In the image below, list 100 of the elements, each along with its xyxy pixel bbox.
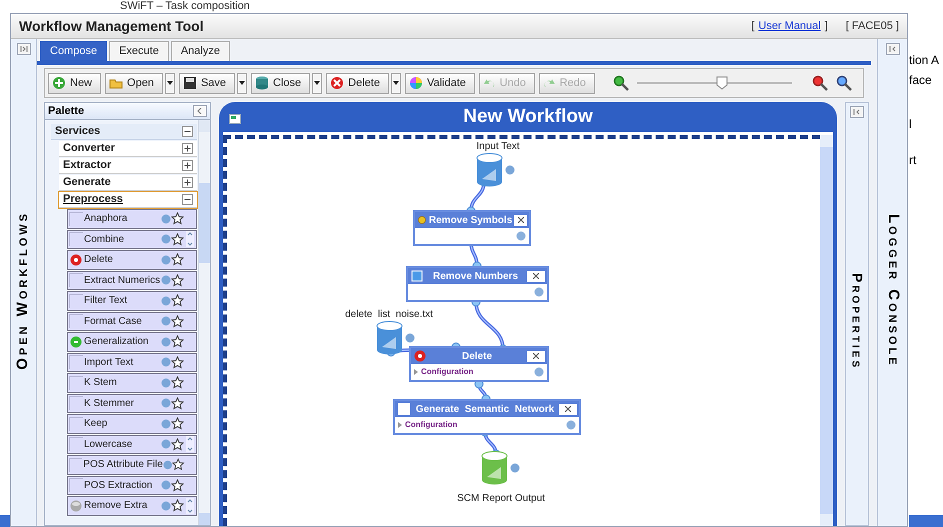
database-icon[interactable]: [476, 153, 503, 187]
status-icon: [70, 500, 82, 512]
task-node[interactable]: Remove Symbols: [413, 210, 531, 246]
star-icon[interactable]: [171, 417, 184, 430]
star-icon[interactable]: [171, 356, 184, 369]
palette-item[interactable]: Delete: [67, 250, 197, 270]
close-button[interactable]: [514, 214, 527, 226]
zoom-slider[interactable]: [636, 76, 792, 90]
close-button[interactable]: [527, 270, 545, 282]
palette-item[interactable]: POS Attribute File: [67, 455, 197, 474]
palette-item[interactable]: Extract Numerics: [67, 270, 197, 290]
star-icon[interactable]: [171, 438, 184, 451]
palette-item[interactable]: Combine: [67, 230, 197, 249]
expand-icon: [853, 109, 861, 115]
expand-button[interactable]: [16, 43, 30, 55]
help-icon[interactable]: [505, 165, 515, 175]
canvas-title: New Workflow: [463, 104, 593, 129]
tab[interactable]: Analyze: [170, 41, 230, 61]
star-icon[interactable]: [171, 314, 184, 328]
node-title: Delete: [460, 350, 493, 364]
tab[interactable]: Compose: [40, 41, 108, 61]
palette-item[interactable]: K Stem: [67, 373, 197, 392]
star-icon[interactable]: [171, 335, 184, 348]
expand-button[interactable]: [850, 106, 864, 118]
node-title: Remove Numbers: [432, 270, 520, 284]
star-icon[interactable]: [171, 274, 184, 287]
close-icon: [565, 406, 571, 412]
palette-item[interactable]: Generalization: [67, 332, 197, 352]
collapse-icon: [182, 126, 193, 137]
zoom-in-icon[interactable]: [812, 75, 828, 91]
task-node[interactable]: Remove Numbers: [406, 266, 549, 302]
tree-item[interactable]: Preprocess: [59, 192, 197, 208]
scrollbar[interactable]: [820, 135, 833, 526]
instance-label: [ FACE05 ]: [846, 18, 899, 34]
open-workflows-panel[interactable]: Open Workflows: [11, 39, 37, 526]
dropdown-button[interactable]: [312, 72, 322, 94]
star-icon[interactable]: [171, 396, 184, 410]
tab[interactable]: Execute: [109, 41, 169, 61]
task-node[interactable]: Delete Configuration: [409, 346, 549, 382]
collapse-icon: [182, 194, 193, 205]
tree-item[interactable]: Services: [51, 124, 197, 140]
user-manual-link[interactable]: User Manual: [758, 18, 821, 34]
panel-title: Logger Console: [884, 214, 903, 368]
star-icon[interactable]: [171, 232, 184, 246]
star-icon[interactable]: [171, 499, 184, 512]
help-icon[interactable]: [534, 287, 544, 297]
help-icon[interactable]: [510, 463, 520, 473]
dropdown-button[interactable]: [237, 72, 248, 94]
status-icon: [70, 254, 82, 266]
help-icon[interactable]: [405, 333, 415, 343]
star-icon[interactable]: [171, 376, 184, 390]
close-button[interactable]: [559, 404, 577, 414]
star-icon[interactable]: [171, 294, 184, 308]
expand-icon: [182, 143, 193, 154]
background-text: tion A: [909, 53, 940, 67]
help-icon[interactable]: [534, 367, 544, 377]
zoom-out-icon[interactable]: [612, 75, 629, 91]
slider-thumb[interactable]: [716, 76, 728, 90]
tree-item[interactable]: Converter: [59, 141, 197, 157]
help-icon[interactable]: [516, 231, 526, 241]
toolbar-button[interactable]: Save: [178, 72, 236, 94]
expand-icon: [20, 46, 28, 52]
toolbar-button[interactable]: Validate: [404, 72, 475, 94]
tree-item[interactable]: Generate: [59, 175, 197, 191]
expand-button[interactable]: [886, 43, 900, 55]
star-icon[interactable]: [171, 478, 184, 492]
palette-item[interactable]: Lowercase: [67, 434, 197, 454]
dropdown-button[interactable]: [390, 72, 401, 94]
palette-item[interactable]: Filter Text: [67, 291, 197, 310]
status-icon: [70, 336, 82, 348]
toolbar-button[interactable]: Open: [105, 72, 163, 94]
dropdown-button[interactable]: [164, 72, 175, 94]
toolbar-button[interactable]: Delete: [326, 72, 389, 94]
palette-item[interactable]: Format Case: [67, 312, 197, 331]
star-icon[interactable]: [171, 253, 184, 266]
palette-item[interactable]: Keep: [67, 414, 197, 434]
palette-item[interactable]: Anaphora: [67, 209, 197, 228]
star-icon[interactable]: [171, 212, 184, 226]
palette-item[interactable]: POS Extraction: [67, 476, 197, 495]
help-icon[interactable]: [566, 420, 576, 430]
palette-item[interactable]: Import Text: [67, 352, 197, 372]
panel-title: Open Workflows: [13, 211, 32, 370]
tree-item[interactable]: Extractor: [59, 158, 197, 174]
scrollbar[interactable]: [198, 120, 210, 525]
collapse-button[interactable]: [193, 105, 207, 117]
task-node[interactable]: Generate Semantic Network Configuration: [393, 399, 581, 435]
configuration-toggle[interactable]: Configuration: [414, 366, 474, 378]
palette-item[interactable]: K Stemmer: [67, 394, 197, 413]
collapse-icon: [197, 108, 203, 114]
toolbar-button[interactable]: Close: [251, 72, 310, 94]
close-button[interactable]: [527, 350, 545, 362]
toolbar-button[interactable]: New: [48, 72, 102, 94]
properties-panel[interactable]: Properties: [845, 102, 869, 526]
database-icon[interactable]: [481, 451, 508, 485]
logger-panel[interactable]: Logger Console: [877, 39, 907, 526]
star-icon[interactable]: [172, 458, 185, 472]
configuration-toggle[interactable]: Configuration: [398, 419, 458, 431]
database-icon[interactable]: [376, 321, 403, 355]
zoom-fit-icon[interactable]: [836, 75, 852, 91]
palette-item[interactable]: Remove Extra: [67, 496, 197, 516]
